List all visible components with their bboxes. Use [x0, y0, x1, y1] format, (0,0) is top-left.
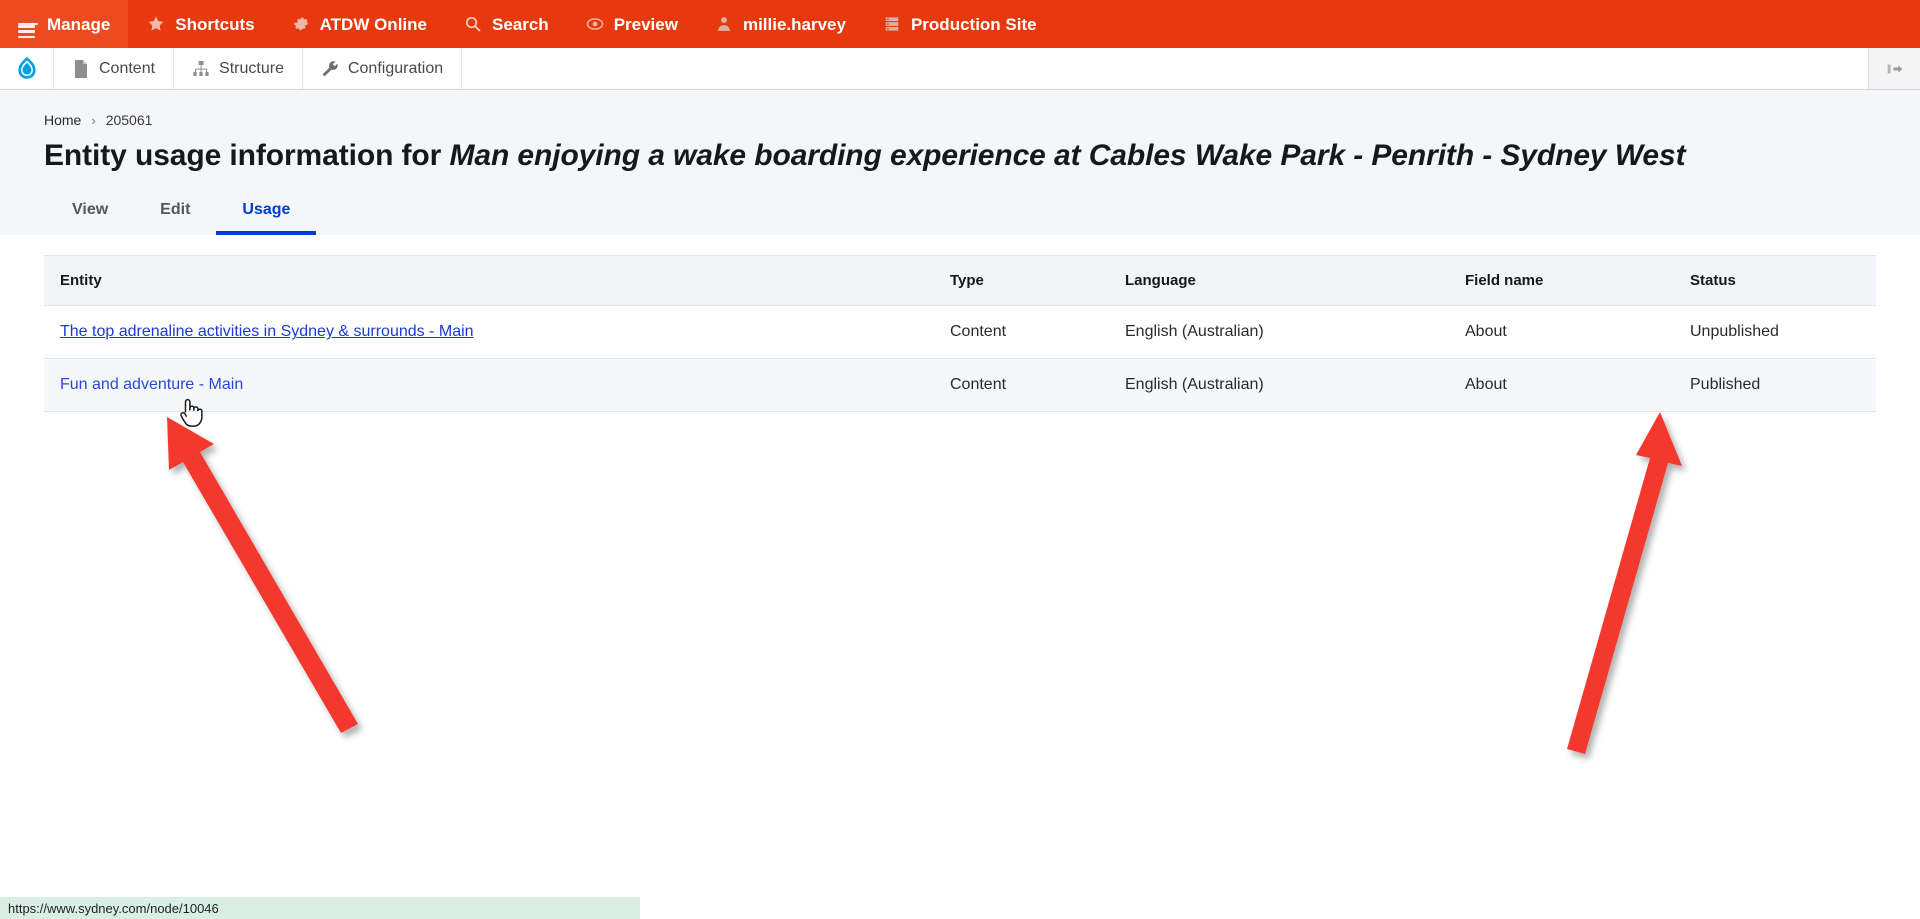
- arrow-to-entity-link: [167, 417, 358, 733]
- table-row: Fun and adventure - Main Content English…: [44, 358, 1876, 413]
- toolbar-item-search[interactable]: Search: [445, 0, 567, 48]
- menu-item-configuration[interactable]: Configuration: [303, 48, 463, 89]
- toolbar-item-manage[interactable]: Manage: [0, 0, 129, 48]
- star-icon: [146, 14, 166, 34]
- toolbar-label-user-account: millie.harvey: [742, 14, 846, 34]
- toolbar-label-search: Search: [491, 14, 549, 34]
- tray-filler: [462, 48, 1868, 89]
- tab-edit[interactable]: Edit: [134, 191, 216, 235]
- table-body: The top adrenaline activities in Sydney …: [44, 305, 1876, 413]
- breadcrumb-item-node-id: 205061: [105, 112, 153, 128]
- breadcrumb: Home › 205061: [44, 112, 1920, 128]
- cell-field-name: About: [1449, 305, 1674, 360]
- toolbar-label-production-site: Production Site: [910, 14, 1037, 34]
- cell-entity: Fun and adventure - Main: [44, 358, 934, 413]
- file-icon: [72, 59, 90, 78]
- entity-link[interactable]: The top adrenaline activities in Sydney …: [60, 323, 474, 340]
- cell-language: English (Australian): [1109, 305, 1449, 360]
- cell-language: English (Australian): [1109, 358, 1449, 413]
- search-icon: [463, 14, 483, 34]
- toolbar-label-atdw-online: ATDW Online: [319, 14, 427, 34]
- collapse-sidebar-icon: [1886, 60, 1904, 78]
- status-url-text: https://www.sydney.com/node/10046: [8, 900, 219, 916]
- page-title-prefix: Entity usage information for: [44, 139, 442, 172]
- toolbar-label-preview: Preview: [613, 14, 678, 34]
- cell-field-name: About: [1449, 358, 1674, 413]
- drupal-droplet-icon[interactable]: [0, 48, 54, 89]
- collapse-sidebar-button[interactable]: [1868, 48, 1920, 89]
- breadcrumb-item-home[interactable]: Home: [44, 112, 81, 128]
- usage-table-container: Entity Type Language Field name Status T…: [0, 235, 1920, 413]
- toolbar-item-atdw-online[interactable]: ATDW Online: [273, 0, 445, 48]
- user-icon: [714, 14, 734, 34]
- cell-status: Published: [1674, 358, 1876, 413]
- entity-usage-table: Entity Type Language Field name Status T…: [44, 255, 1876, 413]
- cell-type: Content: [934, 358, 1109, 413]
- toolbar-item-shortcuts[interactable]: Shortcuts: [128, 0, 272, 48]
- menu-label-structure: Structure: [219, 59, 284, 77]
- menu-label-content: Content: [99, 59, 156, 77]
- column-header-entity: Entity: [44, 255, 934, 307]
- cell-entity: The top adrenaline activities in Sydney …: [44, 305, 934, 360]
- toolbar-label-shortcuts: Shortcuts: [175, 14, 255, 34]
- page-title-entity-name: Man enjoying a wake boarding experience …: [449, 139, 1686, 172]
- table-row: The top adrenaline activities in Sydney …: [44, 305, 1876, 360]
- page-header: Home › 205061 Entity usage information f…: [0, 90, 1920, 236]
- column-header-status: Status: [1674, 255, 1876, 307]
- table-header: Entity Type Language Field name Status: [44, 255, 1876, 307]
- toolbar-label-manage: Manage: [47, 14, 111, 34]
- cell-type: Content: [934, 305, 1109, 360]
- admin-menu-tray: Content Structure Configuration: [0, 48, 1920, 90]
- toolbar-item-production-site[interactable]: Production Site: [864, 0, 1055, 48]
- hamburger-icon: [18, 14, 38, 39]
- table-header-row: Entity Type Language Field name Status: [44, 255, 1876, 307]
- menu-item-structure[interactable]: Structure: [174, 48, 303, 89]
- column-header-type: Type: [934, 255, 1109, 307]
- gear-icon: [291, 14, 311, 34]
- entity-tabs: View Edit Usage: [44, 191, 1920, 236]
- tab-view[interactable]: View: [46, 191, 134, 235]
- toolbar-item-preview[interactable]: Preview: [567, 0, 696, 48]
- eye-icon: [585, 14, 605, 34]
- column-header-language: Language: [1109, 255, 1449, 307]
- menu-label-configuration: Configuration: [347, 59, 444, 77]
- wrench-icon: [321, 60, 339, 78]
- admin-toolbar: Manage Shortcuts ATDW Online Search Prev: [0, 0, 1920, 48]
- menu-item-content[interactable]: Content: [54, 48, 175, 89]
- server-icon: [882, 14, 902, 34]
- tab-usage[interactable]: Usage: [216, 191, 317, 236]
- breadcrumb-separator-icon: ›: [91, 112, 96, 128]
- column-header-field-name: Field name: [1449, 255, 1674, 307]
- page-title: Entity usage information for Man enjoyin…: [44, 138, 1920, 173]
- entity-link[interactable]: Fun and adventure - Main: [60, 376, 243, 393]
- arrow-to-status: [1567, 412, 1682, 754]
- browser-status-url-bar: https://www.sydney.com/node/10046: [0, 897, 640, 919]
- hierarchy-icon: [192, 60, 210, 78]
- cell-status: Unpublished: [1674, 305, 1876, 360]
- toolbar-item-user-account[interactable]: millie.harvey: [696, 0, 864, 48]
- app-window: Manage Shortcuts ATDW Online Search Prev: [0, 0, 1920, 919]
